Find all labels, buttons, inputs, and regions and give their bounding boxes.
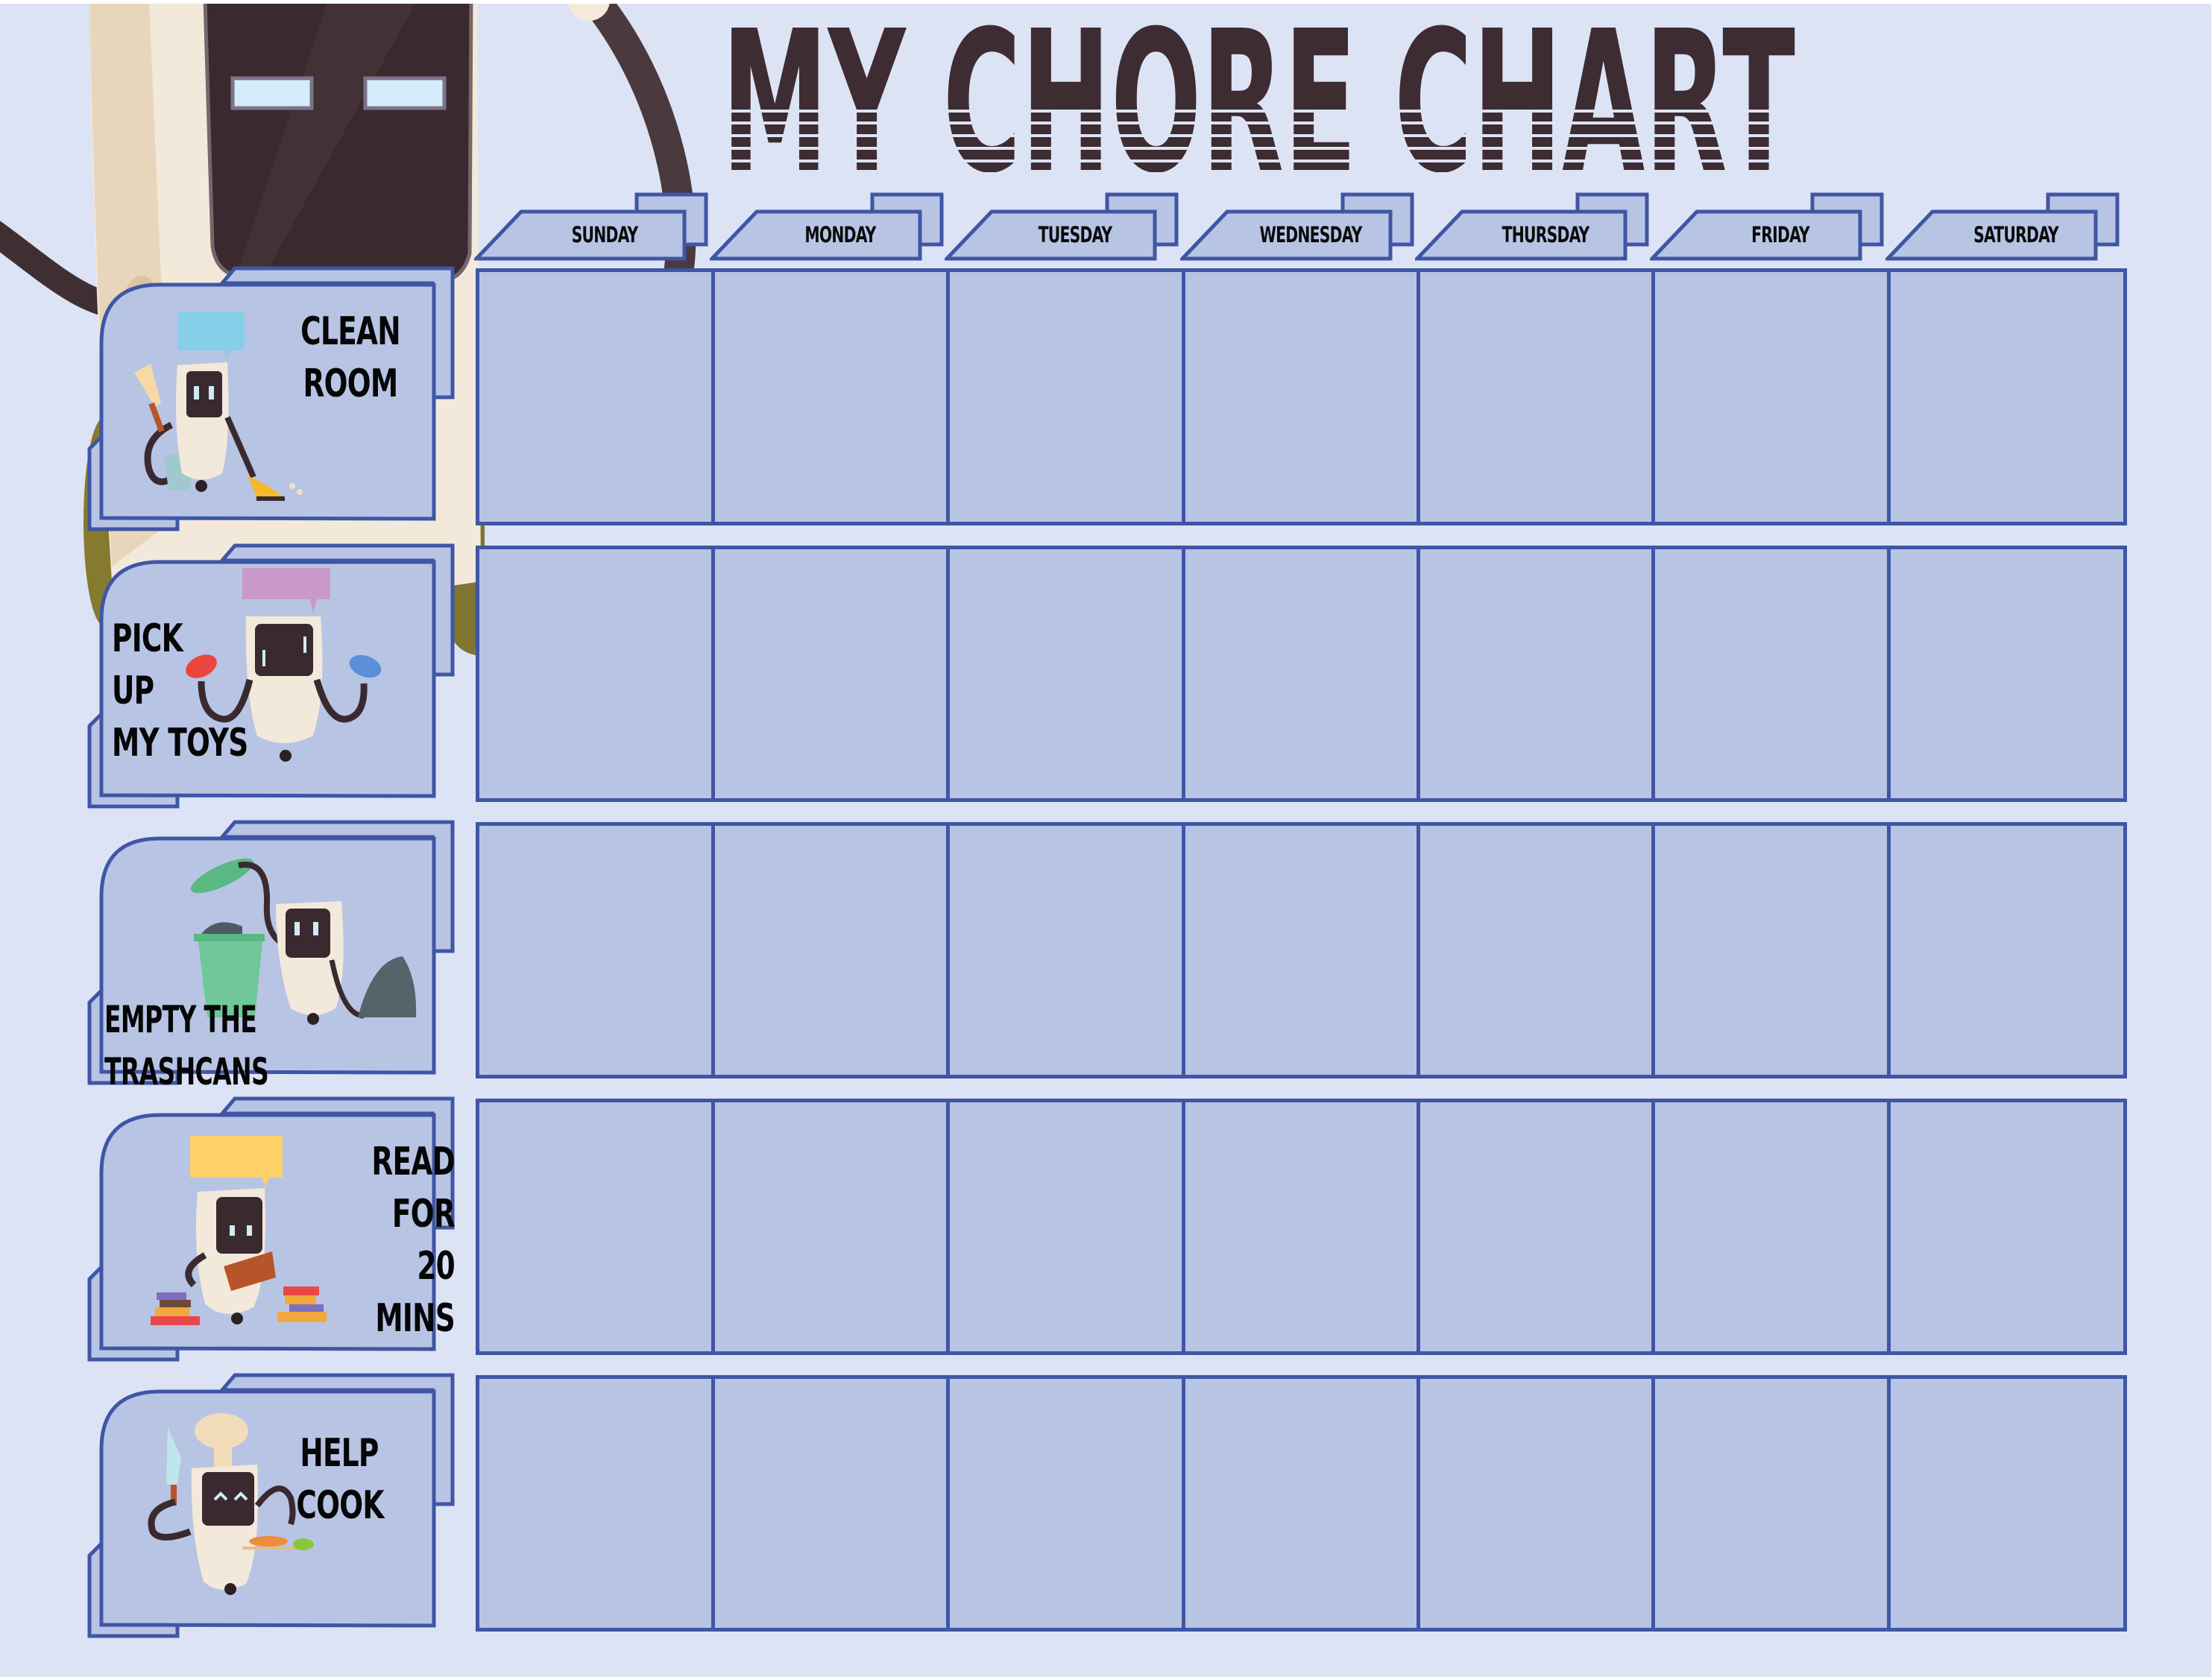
chore-label-line: CLEAN: [300, 309, 400, 354]
chore-cell[interactable]: [711, 1099, 950, 1355]
chore-cell[interactable]: [1651, 268, 1891, 525]
day-header-wednesday: WEDNESDAY: [1180, 190, 1416, 262]
day-label: WEDNESDAY: [1259, 222, 1362, 247]
chore-label-line: 20 MINS: [375, 1244, 455, 1341]
chore-cell[interactable]: [1417, 1375, 1655, 1632]
chore-cell[interactable]: [1417, 268, 1655, 525]
chore-label-line: EMPTY THE TRASHCANS: [104, 998, 269, 1093]
chore-cell[interactable]: [1887, 1099, 2127, 1355]
chore-cell[interactable]: [946, 268, 1185, 525]
chore-cell[interactable]: [711, 546, 950, 802]
chore-cell[interactable]: [711, 822, 950, 1078]
day-label: SUNDAY: [571, 222, 639, 247]
chore-label: EMPTY THE TRASHCANS: [104, 994, 335, 1098]
chore-cell[interactable]: [1651, 1375, 1891, 1632]
chore-cell[interactable]: [476, 546, 715, 802]
chore-cell[interactable]: [1651, 822, 1891, 1078]
chore-label-line: UP: [112, 669, 154, 713]
title-text: MY CHORE CHART: [722, 23, 1796, 172]
day-label: SATURDAY: [1973, 222, 2058, 247]
chore-label-line: HELP: [300, 1431, 379, 1476]
chore-cell[interactable]: [946, 1099, 1185, 1355]
chore-label-line: COOK: [296, 1483, 384, 1528]
chore-cell[interactable]: [1651, 1099, 1891, 1355]
chore-card: READ FOR 20 MINS: [82, 1084, 470, 1374]
chore-label-line: MY TOYS: [112, 721, 248, 765]
chore-cell[interactable]: [1417, 822, 1655, 1078]
chore-cell[interactable]: [476, 1375, 715, 1632]
chore-cell[interactable]: [476, 268, 715, 525]
chore-chart-page: MY CHORE CHART SUNDAY MONDAY TUESDAY WED…: [0, 4, 2211, 1677]
day-header-friday: FRIDAY: [1650, 190, 1885, 262]
chore-cell[interactable]: [1182, 822, 1420, 1078]
chore-label-line: FOR: [391, 1192, 456, 1237]
page-title: MY CHORE CHART: [722, 23, 1796, 172]
chore-cell[interactable]: [1887, 822, 2127, 1078]
chore-cell[interactable]: [1417, 1099, 1655, 1355]
chore-cell[interactable]: [1182, 1375, 1420, 1632]
chore-cell[interactable]: [946, 822, 1185, 1078]
chore-label-line: PICK: [112, 616, 183, 661]
chore-cell[interactable]: [1887, 1375, 2127, 1632]
day-header-monday: MONDAY: [710, 190, 945, 262]
day-header-thursday: THURSDAY: [1415, 190, 1651, 262]
chore-cell[interactable]: [1887, 546, 2127, 802]
chore-cell[interactable]: [1651, 546, 1891, 802]
day-label: MONDAY: [804, 222, 876, 247]
chore-cell[interactable]: [1417, 546, 1655, 802]
chore-label-line: READ: [371, 1140, 455, 1184]
chore-cell[interactable]: [1887, 268, 2127, 525]
day-header-saturday: SATURDAY: [1885, 190, 2121, 262]
chore-cell[interactable]: [476, 822, 715, 1078]
chore-label: READ FOR 20 MINS: [347, 1136, 455, 1345]
day-label: TUESDAY: [1038, 222, 1113, 247]
chore-cell[interactable]: [1182, 268, 1420, 525]
chore-label-line: ROOM: [303, 361, 399, 406]
chore-cell[interactable]: [1182, 1099, 1420, 1355]
chore-cell[interactable]: [711, 268, 950, 525]
chore-card: CLEAN ROOM: [82, 253, 470, 544]
chore-cell[interactable]: [1182, 546, 1420, 802]
day-header-tuesday: TUESDAY: [945, 190, 1180, 262]
day-label: THURSDAY: [1502, 222, 1590, 247]
chore-card: PICK UP MY TOYS: [82, 531, 470, 821]
chore-label: PICK UP MY TOYS: [112, 613, 251, 769]
chore-cell[interactable]: [711, 1375, 950, 1632]
robot-chef-icon: [148, 1413, 314, 1595]
chore-cell[interactable]: [476, 1099, 715, 1355]
chore-card: HELP COOK: [82, 1360, 470, 1651]
chore-cell[interactable]: [946, 546, 1185, 802]
chore-label: CLEAN ROOM: [292, 306, 409, 410]
chore-cell[interactable]: [946, 1375, 1185, 1632]
chore-label: HELP COOK: [296, 1427, 384, 1532]
day-label: FRIDAY: [1751, 222, 1809, 247]
day-header-sunday: SUNDAY: [474, 190, 710, 262]
chore-card: EMPTY THE TRASHCANS: [82, 807, 470, 1098]
